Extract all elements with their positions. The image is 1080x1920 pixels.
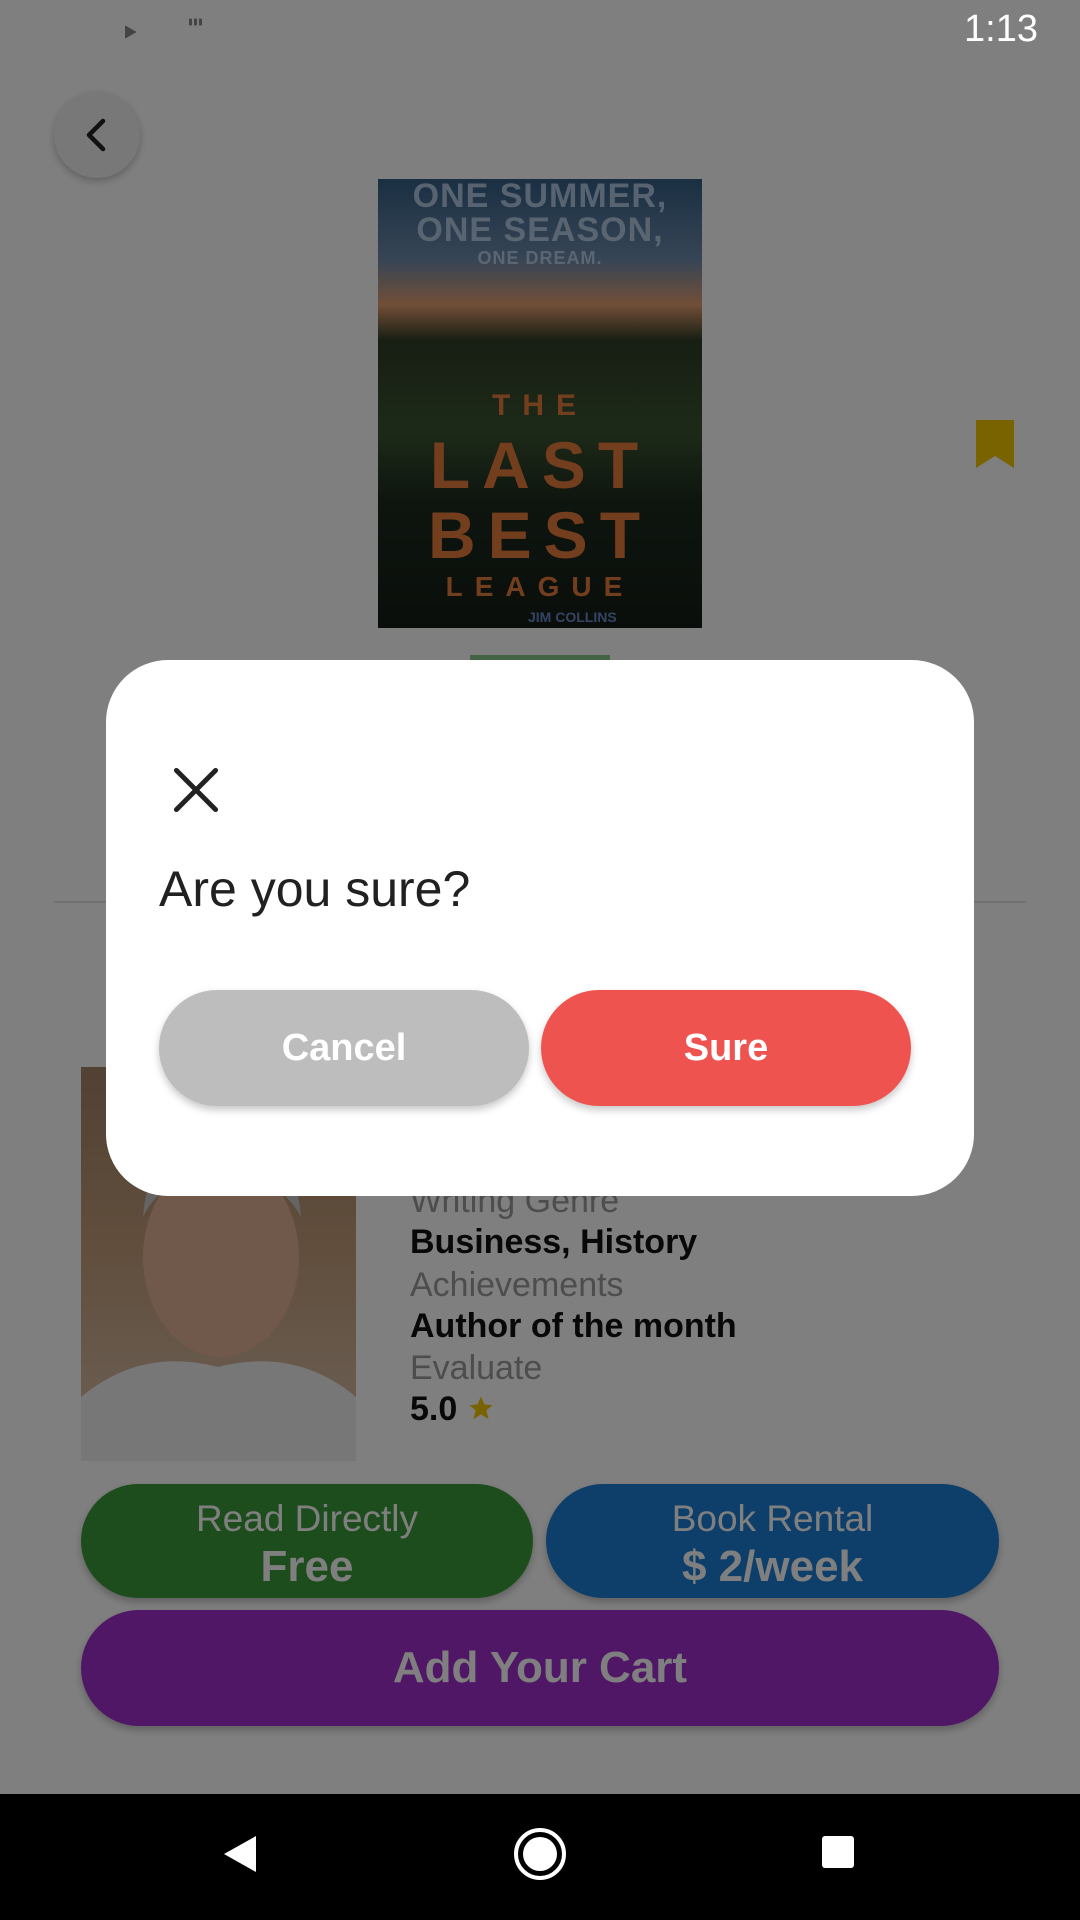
- dialog-message: Are you sure?: [159, 861, 471, 917]
- nav-home-icon[interactable]: [512, 1826, 568, 1882]
- navigation-bar: [0, 1794, 1080, 1920]
- cancel-button[interactable]: Cancel: [159, 990, 529, 1106]
- close-icon[interactable]: [168, 762, 224, 818]
- nav-back-icon[interactable]: [222, 1834, 258, 1874]
- nav-recents-icon[interactable]: [820, 1834, 856, 1870]
- confirm-dialog: Are you sure? Cancel Sure: [106, 660, 974, 1196]
- sure-button[interactable]: Sure: [541, 990, 911, 1106]
